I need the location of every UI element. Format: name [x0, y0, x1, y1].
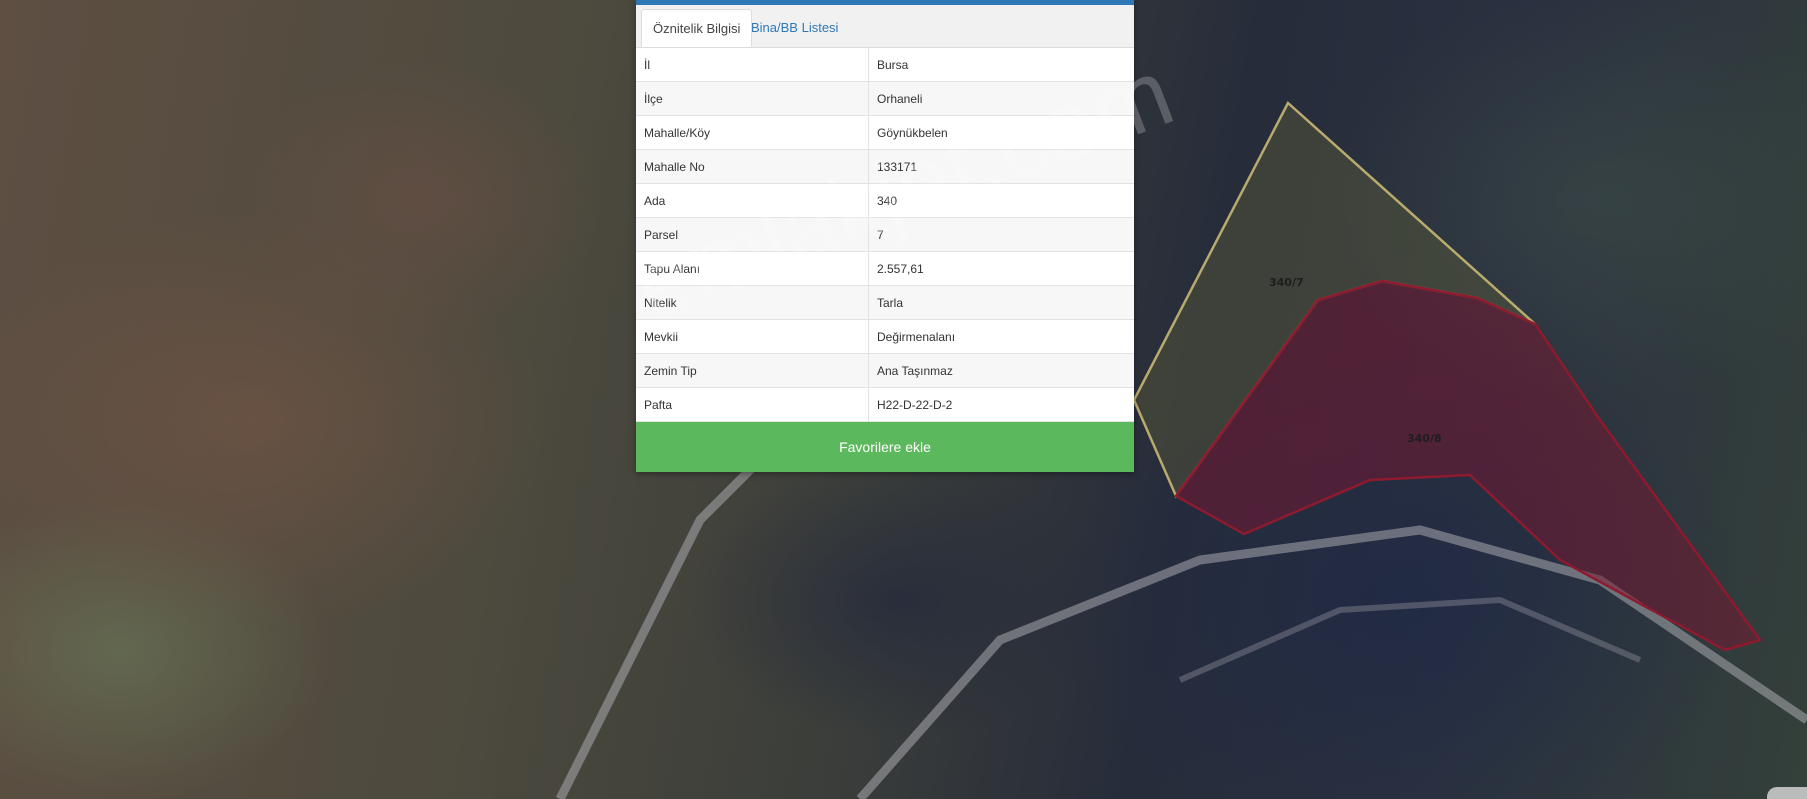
- tab-attribute-info[interactable]: Öznitelik Bilgisi: [641, 9, 753, 47]
- attribute-table: İl Bursa İlçe Orhaneli Mahalle/Köy Göynükbe…: [636, 48, 1134, 422]
- attr-key: Pafta: [636, 387, 869, 422]
- table-row: İl Bursa: [636, 48, 1134, 82]
- table-row: Ada 340: [636, 183, 1134, 218]
- attr-value: Göynükbelen: [868, 115, 1134, 150]
- attr-key: İlçe: [636, 81, 869, 116]
- attr-key: Zemin Tip: [636, 353, 869, 388]
- table-row: Tapu Alanı 2.557,61: [636, 251, 1134, 286]
- attr-value: 2.557,61: [868, 251, 1134, 286]
- table-row: Parsel 7: [636, 217, 1134, 252]
- attr-value: Değirmenalanı: [868, 319, 1134, 354]
- parcel-label: 340/8: [1407, 432, 1442, 445]
- attr-key: İl: [636, 48, 869, 82]
- attr-value: Bursa: [868, 48, 1134, 82]
- road: [1178, 596, 1642, 683]
- map-corner-control[interactable]: [1767, 787, 1807, 799]
- attr-key: Nitelik: [636, 285, 869, 320]
- attr-value: Orhaneli: [868, 81, 1134, 116]
- attr-value: H22-D-22-D-2: [868, 387, 1134, 422]
- table-row: Zemin Tip Ana Taşınmaz: [636, 353, 1134, 388]
- tab-building-list[interactable]: Bina/BB Listesi: [740, 9, 849, 47]
- attr-key: Parsel: [636, 217, 869, 252]
- attr-value: Tarla: [868, 285, 1134, 320]
- attr-key: Tapu Alanı: [636, 251, 869, 286]
- add-to-favorites-button[interactable]: Favorilere ekle: [636, 422, 1134, 472]
- attr-value: 340: [868, 183, 1134, 218]
- attribute-panel: Öznitelik Bilgisi Bina/BB Listesi İl Burs…: [636, 0, 1134, 472]
- parcel-label: 340/7: [1269, 276, 1304, 289]
- attr-value: 133171: [868, 149, 1134, 184]
- attr-value: 7: [868, 217, 1134, 252]
- table-row: Mevkii Değirmenalanı: [636, 319, 1134, 354]
- table-row: Mahalle No 133171: [636, 149, 1134, 184]
- attr-value: Ana Taşınmaz: [868, 353, 1134, 388]
- tab-bar: Öznitelik Bilgisi Bina/BB Listesi: [636, 5, 1134, 48]
- attr-key: Ada: [636, 183, 869, 218]
- table-row: Pafta H22-D-22-D-2: [636, 387, 1134, 422]
- attr-key: Mahalle/Köy: [636, 115, 869, 150]
- attr-key: Mevkii: [636, 319, 869, 354]
- table-row: İlçe Orhaneli: [636, 81, 1134, 116]
- table-row: Mahalle/Köy Göynükbelen: [636, 115, 1134, 150]
- table-row: Nitelik Tarla: [636, 285, 1134, 320]
- attr-key: Mahalle No: [636, 149, 869, 184]
